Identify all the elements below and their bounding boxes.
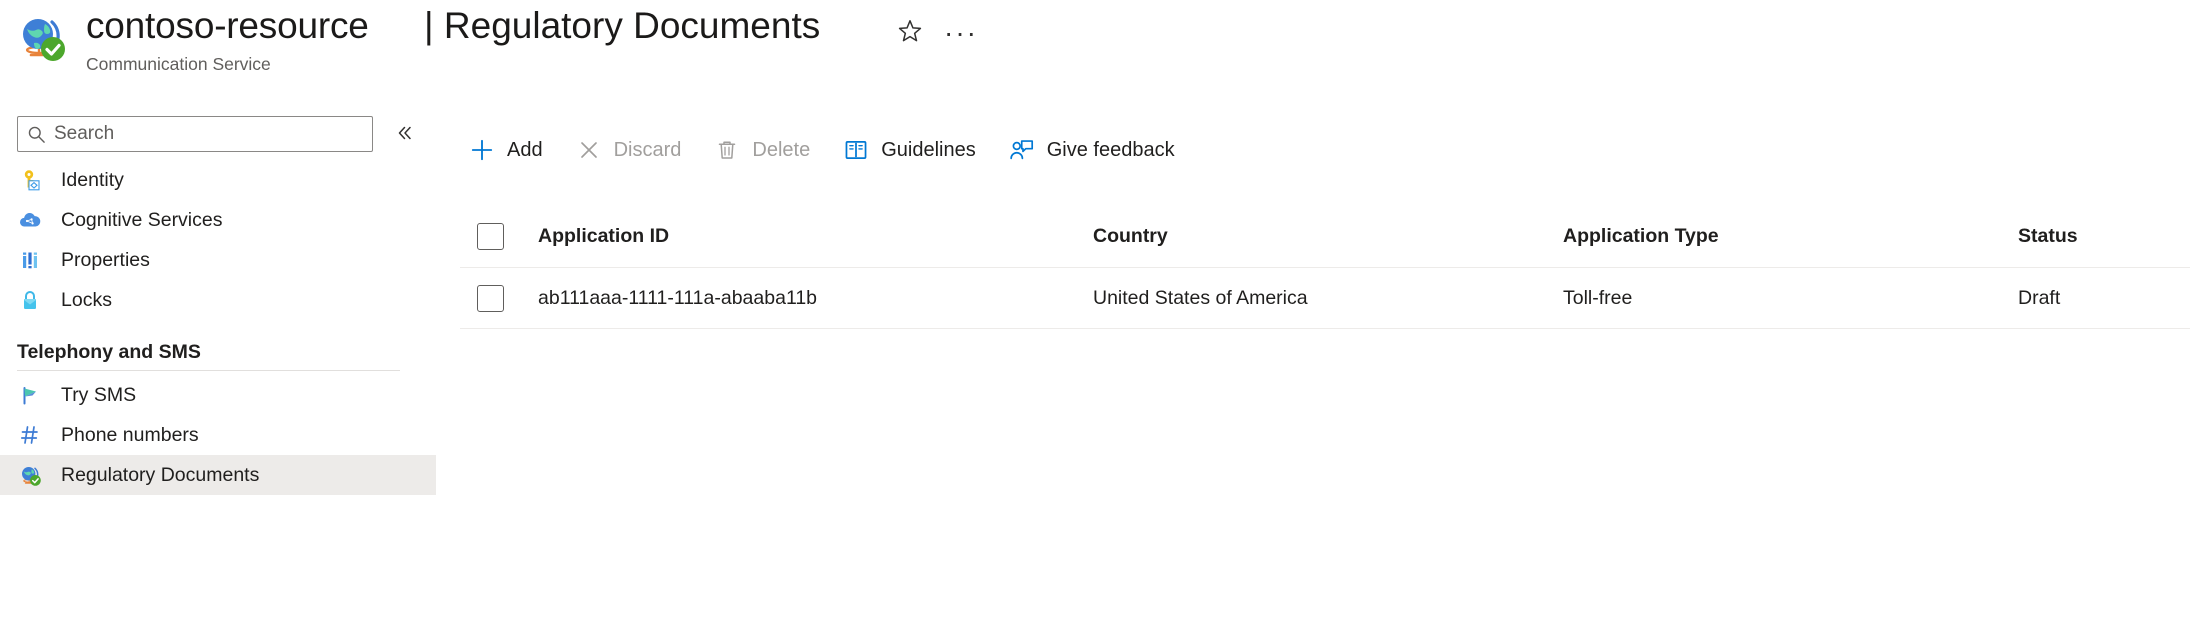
guidelines-button[interactable]: Guidelines bbox=[834, 128, 990, 172]
give-feedback-button[interactable]: Give feedback bbox=[1000, 128, 1189, 172]
flag-icon bbox=[17, 382, 43, 408]
table-row[interactable]: ab111aaa-1111-111a-abaaba11b United Stat… bbox=[460, 267, 2190, 329]
column-header-application-id[interactable]: Application ID bbox=[538, 225, 1093, 248]
sidebar-item-regulatory-documents[interactable]: Regulatory Documents bbox=[0, 455, 436, 495]
sidebar-item-label: Cognitive Services bbox=[61, 208, 223, 231]
column-header-status[interactable]: Status bbox=[2018, 225, 2188, 248]
delete-button-label: Delete bbox=[752, 138, 811, 161]
page-header: contoso-resource Communication Service |… bbox=[0, 0, 2190, 110]
command-toolbar: Add Discard Delete Guidelines Give feedb… bbox=[460, 120, 1199, 180]
sidebar-item-phone-numbers[interactable]: Phone numbers bbox=[0, 415, 436, 455]
sidebar-item-locks[interactable]: Locks bbox=[0, 280, 436, 320]
cell-country: United States of America bbox=[1093, 286, 1308, 309]
sidebar-item-cognitive-services[interactable]: Cognitive Services bbox=[0, 200, 436, 240]
add-button[interactable]: Add bbox=[460, 128, 557, 172]
plus-icon bbox=[468, 136, 496, 164]
search-input[interactable] bbox=[54, 123, 344, 145]
cloud-icon bbox=[17, 207, 43, 233]
sidebar: Identity Cognitive Services bbox=[0, 108, 436, 628]
sidebar-item-label: Regulatory Documents bbox=[61, 463, 260, 486]
globe-check-icon bbox=[14, 10, 70, 66]
table-header-row: Application ID Country Application Type … bbox=[460, 205, 2190, 267]
chevron-double-left-icon bbox=[395, 123, 415, 148]
cross-icon bbox=[575, 136, 603, 164]
sidebar-section-label: Telephony and SMS bbox=[17, 341, 201, 363]
sidebar-section-divider bbox=[17, 370, 400, 371]
sidebar-item-label: Identity bbox=[61, 168, 124, 191]
properties-bars-icon bbox=[17, 247, 43, 273]
regulatory-documents-table: Application ID Country Application Type … bbox=[460, 205, 2190, 329]
collapse-sidebar-button[interactable] bbox=[390, 122, 420, 148]
discard-button[interactable]: Discard bbox=[567, 128, 696, 172]
discard-button-label: Discard bbox=[613, 138, 682, 161]
sidebar-item-try-sms[interactable]: Try SMS bbox=[0, 375, 436, 415]
sidebar-section-telephony-and-sms: Telephony and SMS bbox=[0, 320, 436, 364]
cell-application-id: ab111aaa-1111-111a-abaaba11b bbox=[538, 286, 818, 309]
select-all-checkbox[interactable] bbox=[477, 222, 504, 250]
search-box[interactable] bbox=[17, 116, 373, 152]
column-header-country[interactable]: Country bbox=[1093, 225, 1563, 248]
sidebar-item-properties[interactable]: Properties bbox=[0, 240, 436, 280]
sidebar-nav: Identity Cognitive Services Properties L… bbox=[0, 160, 436, 495]
resource-type: Communication Service bbox=[86, 54, 271, 74]
favorite-button[interactable] bbox=[889, 12, 931, 54]
globe-check-icon bbox=[17, 462, 43, 488]
key-icon bbox=[17, 167, 43, 193]
resource-name: contoso-resource bbox=[86, 5, 369, 46]
page-title: | Regulatory Documents bbox=[424, 5, 821, 46]
cell-status: Draft bbox=[2018, 286, 2061, 309]
add-button-label: Add bbox=[507, 138, 543, 161]
give-feedback-button-label: Give feedback bbox=[1046, 138, 1175, 161]
column-header-application-type[interactable]: Application Type bbox=[1563, 225, 2018, 248]
book-icon bbox=[842, 136, 870, 164]
sidebar-item-label: Properties bbox=[61, 248, 150, 271]
sidebar-item-label: Try SMS bbox=[61, 383, 137, 406]
select-all-cell bbox=[460, 222, 538, 250]
trash-icon bbox=[713, 136, 741, 164]
star-icon bbox=[897, 18, 923, 49]
cell-application-type: Toll-free bbox=[1563, 286, 1633, 309]
sidebar-item-label: Phone numbers bbox=[61, 423, 199, 446]
row-checkbox[interactable] bbox=[477, 284, 504, 312]
lock-icon bbox=[17, 287, 43, 313]
sidebar-item-label: Locks bbox=[61, 288, 112, 311]
row-select-cell bbox=[460, 284, 538, 312]
feedback-person-icon bbox=[1008, 136, 1036, 164]
more-options-button[interactable]: ··· bbox=[940, 12, 982, 54]
hash-icon bbox=[17, 422, 43, 448]
guidelines-button-label: Guidelines bbox=[881, 138, 976, 161]
delete-button[interactable]: Delete bbox=[705, 128, 824, 172]
search-icon bbox=[27, 125, 46, 144]
sidebar-item-identity[interactable]: Identity bbox=[0, 160, 436, 200]
ellipsis-icon: ··· bbox=[944, 17, 978, 48]
